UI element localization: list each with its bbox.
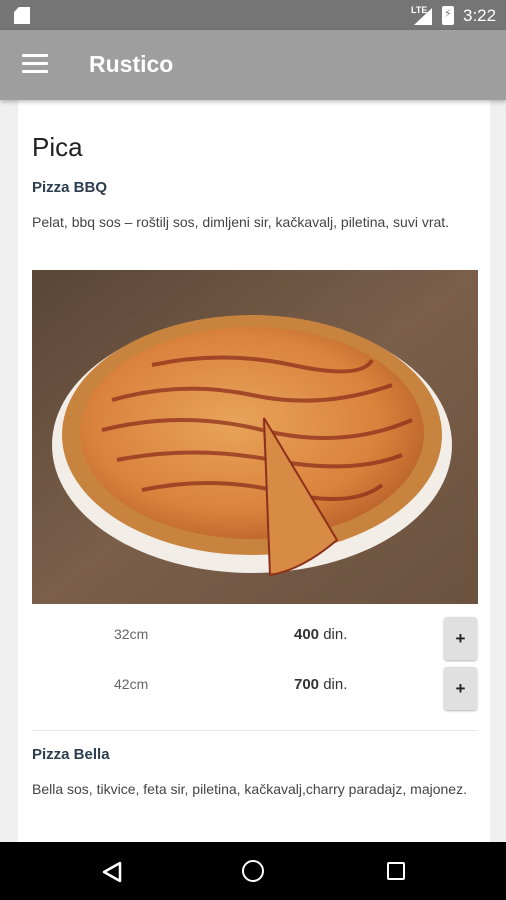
item-description: Bella sos, tikvice, feta sir, piletina, … [32, 781, 467, 797]
menu-content[interactable]: Pica Pizza BBQ Pelat, bbq sos – roštilj … [0, 100, 506, 842]
size-label: 42cm [114, 676, 149, 692]
app-bar: Rustico [0, 30, 506, 100]
divider [32, 730, 478, 731]
pizza-bbq-photo [32, 270, 478, 604]
price-label: 700 din. [294, 676, 348, 693]
sd-card-icon [14, 7, 30, 24]
clock: 3:22 [463, 6, 497, 25]
price-row: 42cm 700 din. + [32, 667, 478, 711]
item-name: Pizza Bella [32, 746, 110, 763]
price-row: 32cm 400 din. + [32, 617, 478, 661]
add-to-cart-button[interactable]: + [444, 617, 477, 660]
navigation-bar [0, 842, 506, 900]
recent-apps-icon[interactable] [387, 862, 405, 880]
size-label: 32cm [114, 626, 149, 642]
add-to-cart-button[interactable]: + [444, 667, 477, 710]
status-bar: LTE ⚡ 3:22 [0, 0, 506, 30]
app-title: Rustico [89, 51, 174, 77]
hamburger-menu-icon[interactable] [22, 54, 48, 74]
back-icon[interactable] [101, 861, 123, 883]
home-icon[interactable] [242, 860, 264, 882]
item-name: Pizza BBQ [32, 179, 108, 196]
network-type: LTE [411, 5, 428, 15]
battery-charging-icon: ⚡ [442, 6, 454, 25]
price-label: 400 din. [294, 626, 348, 643]
section-title: Pica [32, 132, 83, 162]
item-description: Pelat, bbq sos – roštilj sos, dimljeni s… [32, 214, 450, 230]
menu-card: Pica Pizza BBQ Pelat, bbq sos – roštilj … [18, 100, 490, 842]
